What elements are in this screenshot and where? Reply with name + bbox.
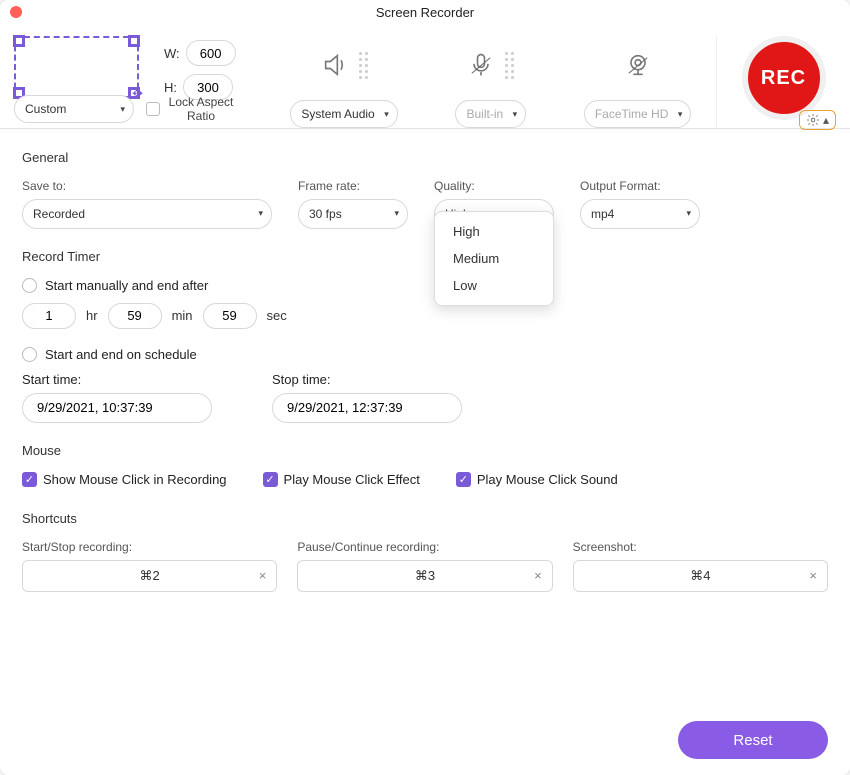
camera-value: FaceTime HD [595, 107, 669, 121]
speaker-icon [321, 51, 349, 79]
timer-seconds-input[interactable] [203, 303, 257, 329]
output-format-label: Output Format: [580, 179, 700, 193]
checkbox-checked-icon: ✓ [456, 472, 471, 487]
move-icon: ✥ [132, 86, 143, 102]
audio-level-icon [359, 52, 368, 79]
width-label: W: [164, 46, 180, 61]
start-time-input[interactable] [22, 393, 212, 423]
microphone-select[interactable]: Built-in [455, 100, 526, 128]
clear-icon[interactable]: × [259, 568, 267, 583]
save-to-label: Save to: [22, 179, 272, 193]
timer-heading: Record Timer [22, 249, 828, 264]
camera-select[interactable]: FaceTime HD [584, 100, 692, 128]
mouse-click-sound-checkbox[interactable]: ✓ Play Mouse Click Sound [456, 472, 618, 487]
timer-minutes-input[interactable] [108, 303, 162, 329]
shortcut-value: ⌘2 [140, 568, 160, 584]
shortcut-value: ⌘4 [690, 568, 710, 584]
shortcuts-heading: Shortcuts [22, 511, 828, 526]
system-audio-value: System Audio [301, 107, 374, 121]
microphone-off-icon [467, 51, 495, 79]
save-to-select[interactable]: Recorded [22, 199, 272, 229]
frame-rate-value: 30 fps [309, 207, 342, 221]
clear-icon[interactable]: × [809, 568, 817, 583]
mic-level-icon [505, 52, 514, 79]
camera-off-icon [624, 51, 652, 79]
shortcut-screenshot-label: Screenshot: [573, 540, 828, 554]
width-input[interactable] [186, 40, 236, 66]
frame-rate-label: Frame rate: [298, 179, 408, 193]
lock-aspect-checkbox[interactable]: Lock Aspect Ratio [146, 95, 236, 124]
mouse-heading: Mouse [22, 443, 828, 458]
min-label: min [172, 308, 193, 323]
settings-toggle-button[interactable]: ▴ [799, 110, 836, 130]
quality-option-high[interactable]: High [435, 218, 553, 245]
footer: Reset [0, 705, 850, 775]
chevron-up-icon: ▴ [823, 113, 829, 127]
close-window-button[interactable] [10, 6, 22, 18]
shortcut-pause-input[interactable]: ⌘3 × [297, 560, 552, 592]
clear-icon[interactable]: × [534, 568, 542, 583]
quality-label: Quality: [434, 179, 554, 193]
shortcut-value: ⌘3 [415, 568, 435, 584]
start-time-label: Start time: [22, 372, 212, 387]
record-button[interactable]: REC [742, 36, 826, 120]
window-controls [10, 6, 22, 18]
cb-label: Play Mouse Click Sound [477, 472, 618, 487]
gear-icon [806, 113, 820, 127]
radio-icon [22, 347, 37, 362]
titlebar: Screen Recorder [0, 0, 850, 24]
sec-label: sec [267, 308, 287, 323]
quality-dropdown-menu: High Medium Low [434, 211, 554, 306]
shortcut-pause-label: Pause/Continue recording: [297, 540, 552, 554]
area-preset-select[interactable]: Custom [14, 95, 134, 123]
camera-source: FaceTime HD [569, 36, 706, 128]
checkbox-icon [146, 102, 160, 116]
timer-manual-radio[interactable]: Start manually and end after [22, 278, 828, 293]
save-to-value: Recorded [33, 207, 85, 221]
window-title: Screen Recorder [376, 5, 474, 20]
quality-option-low[interactable]: Low [435, 272, 553, 299]
mouse-click-effect-checkbox[interactable]: ✓ Play Mouse Click Effect [263, 472, 420, 487]
record-button-label: REC [761, 67, 806, 90]
radio-icon [22, 278, 37, 293]
timer-schedule-radio[interactable]: Start and end on schedule [22, 347, 828, 362]
frame-rate-select[interactable]: 30 fps [298, 199, 408, 229]
hr-label: hr [86, 308, 98, 323]
general-heading: General [22, 150, 828, 165]
stop-time-label: Stop time: [272, 372, 462, 387]
record-column: REC ▴ [716, 36, 836, 128]
shortcut-screenshot-input[interactable]: ⌘4 × [573, 560, 828, 592]
settings-panel: General Save to: Recorded Frame rate: 30… [0, 138, 850, 705]
timer-schedule-label: Start and end on schedule [45, 347, 197, 362]
output-format-select[interactable]: mp4 [580, 199, 700, 229]
cb-label: Show Mouse Click in Recording [43, 472, 227, 487]
system-audio-source: System Audio [276, 36, 413, 128]
shortcut-startstop-input[interactable]: ⌘2 × [22, 560, 277, 592]
cb-label: Play Mouse Click Effect [284, 472, 420, 487]
reset-button[interactable]: Reset [678, 721, 828, 759]
stop-time-input[interactable] [272, 393, 462, 423]
output-format-value: mp4 [591, 207, 614, 221]
mouse-show-click-checkbox[interactable]: ✓ Show Mouse Click in Recording [22, 472, 227, 487]
quality-option-medium[interactable]: Medium [435, 245, 553, 272]
app-window: Screen Recorder ✥ W: H: [0, 0, 850, 775]
system-audio-select[interactable]: System Audio [290, 100, 397, 128]
timer-hours-input[interactable] [22, 303, 76, 329]
timer-manual-label: Start manually and end after [45, 278, 208, 293]
checkbox-checked-icon: ✓ [22, 472, 37, 487]
lock-aspect-label: Lock Aspect Ratio [166, 95, 236, 124]
microphone-value: Built-in [466, 107, 503, 121]
checkbox-checked-icon: ✓ [263, 472, 278, 487]
area-preset-value: Custom [25, 102, 66, 116]
shortcut-startstop-label: Start/Stop recording: [22, 540, 277, 554]
